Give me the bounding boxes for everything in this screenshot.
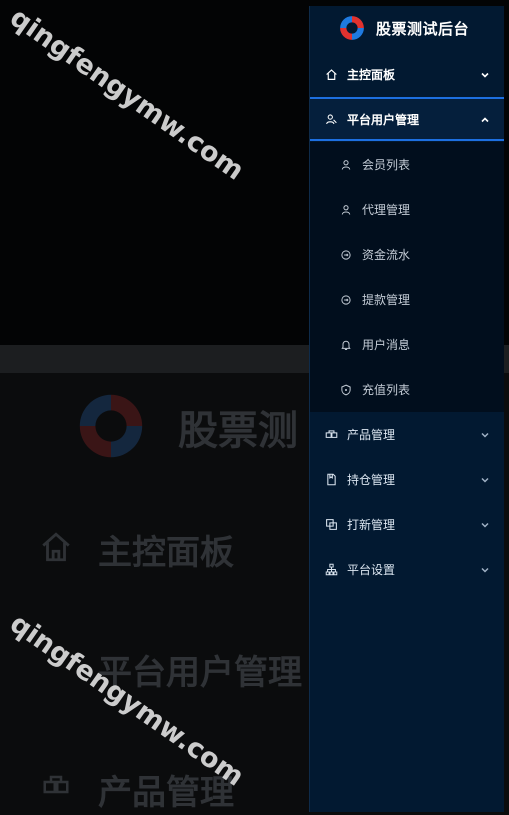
chevron-down-icon [480,474,490,484]
users-icon [324,112,338,126]
submenu-item-label: 提款管理 [362,293,411,307]
sidebar-item-products[interactable]: 产品管理 [310,412,504,456]
brand-title: 股票测试后台 [376,19,470,38]
submenu-item-recharge-list[interactable]: 充值列表 [310,367,504,412]
sidebar-item-label: 平台设置 [347,562,396,577]
sidebar-item-ipo-subscriptions[interactable]: 打新管理 [310,502,504,546]
copy-icon [324,517,338,531]
chevron-down-icon [480,564,490,574]
chevron-down-icon [480,519,490,529]
chevron-down-icon [480,69,490,79]
shield-icon [339,383,353,397]
sidebar-item-label: 平台用户管理 [347,112,420,127]
sidebar-item-dashboard[interactable]: 主控面板 [310,52,504,96]
refresh-icon [339,293,353,307]
refresh-icon [339,248,353,262]
background-home-icon [42,532,70,562]
bell-icon [339,338,353,352]
logo-ring-icon [340,16,364,40]
submenu-platform-users: 会员列表 代理管理 资金流水 提款管理 用户消息 充值列表 [310,142,504,412]
background-brand-title: 股票测 [178,408,298,454]
sidebar-item-label: 产品管理 [347,427,396,442]
sitemap-icon [324,562,338,576]
submenu-item-withdrawal-management[interactable]: 提款管理 [310,277,504,322]
sidebar-item-label: 持仓管理 [347,472,396,487]
background-menu-item: 主控面板 [98,533,234,573]
sidebar-item-label: 打新管理 [347,517,396,532]
product-icon [324,427,338,441]
background-logo-icon [79,394,143,458]
submenu-item-label: 会员列表 [362,158,411,172]
submenu-item-member-list[interactable]: 会员列表 [310,142,504,187]
submenu-item-user-messages[interactable]: 用户消息 [310,322,504,367]
submenu-item-fund-flow[interactable]: 资金流水 [310,232,504,277]
background-product-icon [43,775,69,794]
sidebar-item-label: 主控面板 [347,67,396,82]
submenu-item-agent-management[interactable]: 代理管理 [310,187,504,232]
submenu-item-label: 用户消息 [362,338,411,352]
document-icon [324,472,338,486]
chevron-down-icon [480,429,490,439]
sidebar-item-positions[interactable]: 持仓管理 [310,457,504,501]
home-icon [324,67,338,81]
sidebar-drawer: 股票测试后台 主控面板 平台用户管理 会员列表 代理管理 资金流水 提款管理 用… [309,6,504,812]
submenu-item-label: 充值列表 [362,383,411,397]
chevron-up-icon [480,114,490,124]
submenu-item-label: 资金流水 [362,248,411,262]
submenu-item-label: 代理管理 [362,203,411,217]
sidebar-item-platform-users[interactable]: 平台用户管理 [310,97,504,141]
sidebar-brand[interactable]: 股票测试后台 [310,6,504,50]
user-icon [339,158,353,172]
sidebar-item-platform-settings[interactable]: 平台设置 [310,547,504,591]
user-icon [339,203,353,217]
